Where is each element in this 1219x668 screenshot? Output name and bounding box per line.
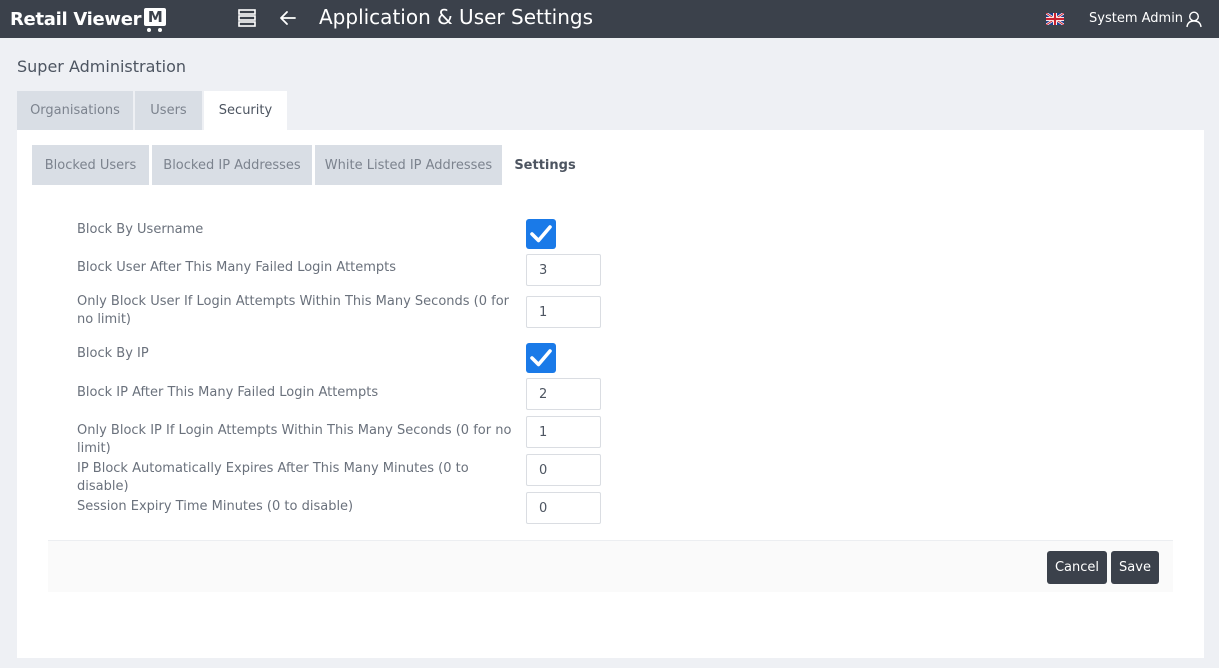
- page-title: Application & User Settings: [319, 5, 594, 29]
- logo-badge: M: [144, 8, 167, 26]
- user-outline-icon[interactable]: [1185, 10, 1203, 28]
- tab-security[interactable]: Security: [204, 91, 287, 130]
- block-by-username-checkbox[interactable]: [526, 219, 556, 249]
- user-failed-attempts-label: Block User After This Many Failed Login …: [77, 260, 397, 275]
- tab-settings[interactable]: Settings: [504, 145, 586, 185]
- ip-attempt-window-input[interactable]: [526, 416, 601, 448]
- uk-flag-icon[interactable]: [1045, 12, 1065, 26]
- logo-text: Retail Viewer: [10, 8, 142, 30]
- ip-failed-attempts-input[interactable]: [526, 378, 601, 410]
- block-by-ip-label: Block By IP: [77, 346, 149, 361]
- session-expiry-input[interactable]: [526, 492, 601, 524]
- cart-icon: M: [142, 6, 168, 32]
- ip-block-expiry-label: IP Block Automatically Expires After Thi…: [77, 461, 469, 494]
- form-footer: [48, 540, 1173, 592]
- save-button[interactable]: Save: [1111, 551, 1159, 584]
- tab-blocked-ip-addresses[interactable]: Blocked IP Addresses: [152, 145, 312, 185]
- block-by-username-label: Block By Username: [77, 222, 204, 237]
- ip-failed-attempts-label: Block IP After This Many Failed Login At…: [77, 385, 379, 400]
- arrow-left-icon[interactable]: [278, 8, 300, 30]
- ip-block-expiry-input[interactable]: [526, 454, 601, 486]
- user-name[interactable]: System Admin: [1089, 11, 1183, 26]
- block-by-ip-checkbox[interactable]: [526, 343, 556, 373]
- user-attempt-window-label: Only Block User If Login Attempts Within…: [77, 294, 510, 327]
- tab-organisations[interactable]: Organisations: [17, 91, 133, 130]
- tab-white-listed-ip-addresses[interactable]: White Listed IP Addresses: [315, 145, 502, 185]
- ip-attempt-window-label: Only Block IP If Login Attempts Within T…: [77, 423, 512, 456]
- user-failed-attempts-input[interactable]: [526, 254, 601, 286]
- checkmark-icon: [530, 225, 552, 243]
- section-title: Super Administration: [17, 57, 187, 76]
- user-attempt-window-input[interactable]: [526, 296, 601, 328]
- tab-users[interactable]: Users: [135, 91, 202, 130]
- tab-blocked-users[interactable]: Blocked Users: [32, 145, 149, 185]
- checkmark-icon: [530, 349, 552, 367]
- session-expiry-label: Session Expiry Time Minutes (0 to disabl…: [77, 499, 354, 514]
- menu-stack-icon[interactable]: [237, 8, 259, 30]
- top-bar: Retail Viewer M Application & User Setti…: [0, 0, 1219, 38]
- app-logo[interactable]: Retail Viewer M: [10, 5, 168, 33]
- cancel-button[interactable]: Cancel: [1047, 551, 1107, 584]
